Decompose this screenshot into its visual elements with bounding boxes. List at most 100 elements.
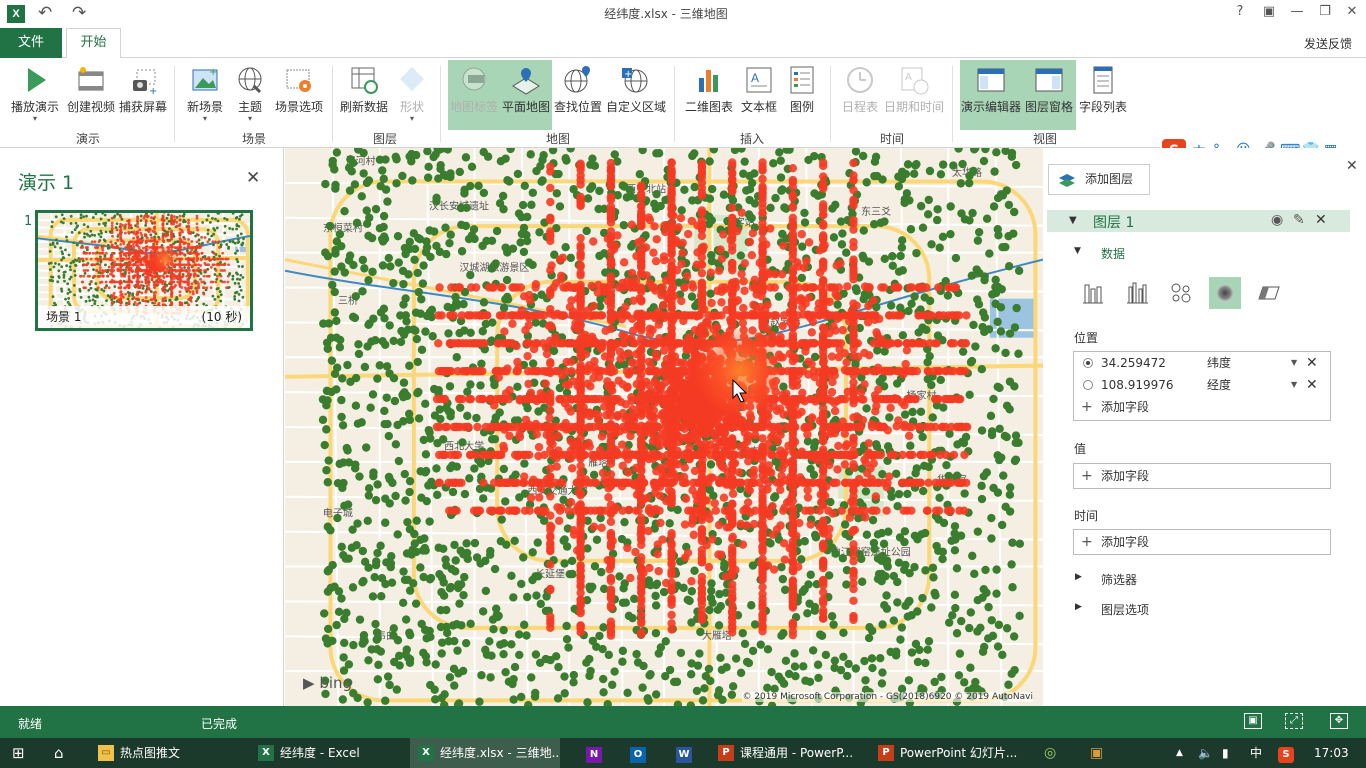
custom-regions-button[interactable]: + 自定义区域 [604,60,668,130]
play-tour-button[interactable]: 播放演示 ▾ [8,60,62,130]
map-data-point [195,216,199,220]
help-button[interactable]: ? [1230,4,1250,19]
map-data-point [821,650,831,660]
map-data-point [360,264,369,273]
map-data-point [596,567,606,577]
field-list-button[interactable]: 字段列表 [1076,60,1130,130]
map-data-point [455,167,464,177]
map-data-point [60,213,64,217]
map-data-point [849,460,858,469]
theme-button[interactable]: 主题 ▾ [230,60,270,130]
map-data-point [104,230,108,234]
map-data-point [180,228,184,232]
map-data-point [197,246,201,249]
map-data-point [364,491,374,500]
tab-file[interactable]: 文件 [0,28,62,58]
map-data-point [99,260,103,264]
map-data-point [161,239,165,242]
scene-thumbnail[interactable]: 场景 1 (10 秒) [35,210,253,331]
map-data-point [237,299,241,303]
map-data-point [211,294,215,298]
text-box-button[interactable]: A 文本框 [738,60,780,130]
map-data-point [526,150,535,159]
scene-options-button[interactable]: 场景选项 [272,60,326,130]
date-time-button[interactable]: A 日期和时间 [882,60,946,130]
map-data-point [478,607,488,616]
map-data-point [626,431,635,441]
flat-map-button[interactable]: 平面地图 [500,60,552,130]
map-data-point [428,332,437,341]
map-data-point [157,280,161,284]
map-data-point [924,637,934,646]
map-data-point [859,294,868,304]
minimize-button[interactable]: — [1287,4,1307,19]
map-data-point [89,229,93,233]
send-feedback-button[interactable]: 发送反馈 [1304,35,1352,52]
map-data-point [86,246,89,249]
map-data-point [358,255,368,265]
map-data-point [137,246,141,249]
map-data-point [209,265,213,269]
map-data-point [937,672,946,682]
map-data-point [86,248,89,252]
map-data-point [219,293,223,297]
map-data-point [976,623,985,632]
create-video-button[interactable]: 创建视频 [64,60,118,130]
map-data-point [442,249,451,259]
layer-pane-button[interactable]: 图层窗格 [1022,60,1076,130]
map-data-point [213,273,217,276]
tab-home[interactable]: 开始 [66,28,121,59]
map-data-point [136,250,140,253]
ribbon-display-options-button[interactable]: ▣ [1259,4,1279,19]
map-data-point [705,605,714,615]
timeline-button[interactable]: 日程表 [838,60,882,130]
group-divider [674,66,675,142]
map-data-point [831,549,840,558]
map-data-point [923,645,932,654]
refresh-data-button[interactable]: 刷新数据 [338,60,390,130]
close-button[interactable]: ✕ [1342,4,1362,19]
map-data-point [950,590,960,600]
map-data-point [442,605,451,615]
map-data-point [790,649,799,658]
map-data-point [921,658,930,668]
map-data-point [197,284,200,288]
map-data-point [862,530,872,539]
find-location-button[interactable]: 查找位置 [552,60,604,130]
map-data-point [153,220,157,224]
new-scene-button[interactable]: + 新场景 ▾ [182,60,228,130]
map-data-point [445,673,455,682]
map-data-point [88,274,92,278]
map-data-point [175,276,178,280]
map-data-point [399,567,408,576]
map-data-point [927,240,936,249]
tour-editor-button[interactable]: 演示编辑器 [960,60,1022,130]
restore-button[interactable]: ❐ [1315,4,1335,19]
legend-button[interactable]: 图例 [782,60,822,130]
map-data-point [94,282,98,286]
map-data-point [212,243,215,247]
map-data-point [380,406,389,416]
map-data-point [386,562,395,572]
map-data-point [110,298,114,302]
map-data-point [85,214,88,218]
map-data-point [60,265,64,269]
map-data-point [355,472,364,481]
2d-chart-button[interactable]: 二维图表 [682,60,736,130]
map-data-point [882,560,892,569]
map-data-point [460,572,469,582]
map-data-point [94,287,98,291]
map-data-point [99,217,103,221]
map-data-point [553,694,563,703]
close-tour-pane-icon[interactable]: ✕ [246,168,260,188]
shapes-button[interactable]: 形状 ▾ [392,60,432,130]
map-data-point [144,241,148,245]
date-time-icon: A [898,64,930,96]
map-data-point [740,157,749,166]
map-data-point [225,243,229,246]
map-canvas[interactable]: 泥河村汉长安城遗址东桓菜村汉城湖旅游景区三桥西安北站北客站太华路白鹿园西安曲江寒… [285,148,1043,706]
map-data-point [208,238,211,241]
capture-screen-button[interactable]: + 捕获屏幕 [116,60,170,130]
map-data-point [407,149,416,159]
map-labels-button[interactable]: 地图标签 [448,60,500,130]
